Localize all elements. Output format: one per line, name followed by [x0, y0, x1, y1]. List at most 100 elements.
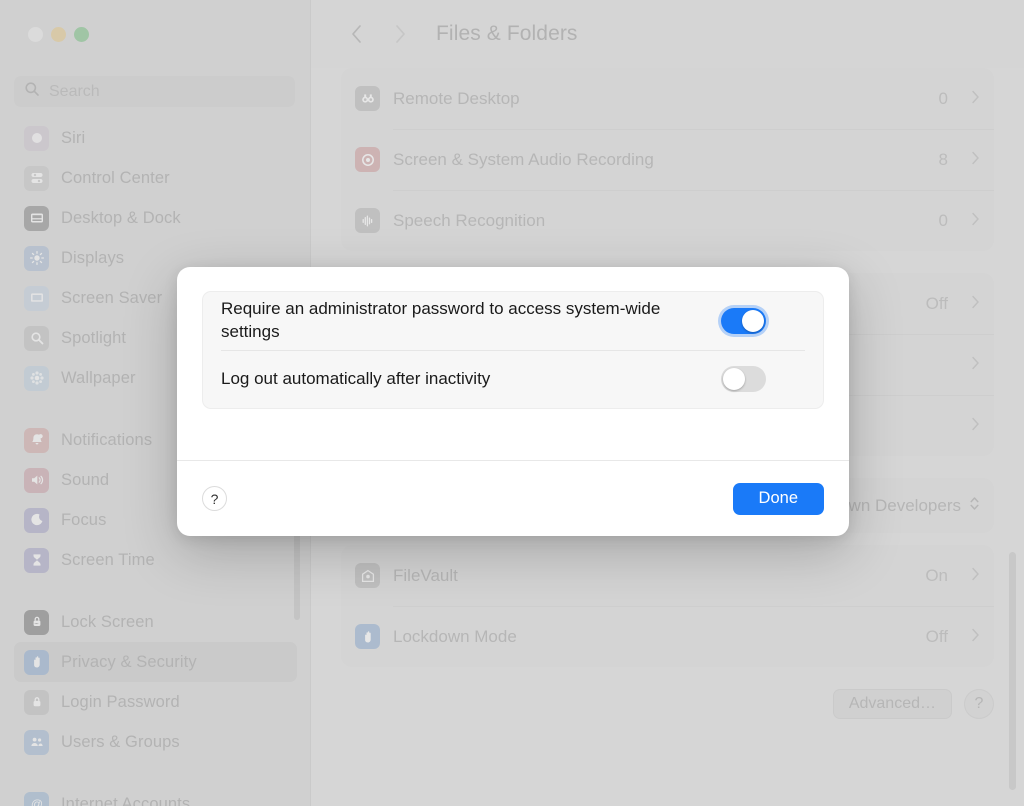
- forward-button[interactable]: [383, 17, 417, 51]
- sidebar-item-desktop-dock[interactable]: Desktop & Dock: [14, 198, 297, 238]
- users-groups-icon: [24, 729, 49, 755]
- lockdown-mode-icon: [355, 624, 380, 649]
- search-field[interactable]: [14, 76, 295, 107]
- sidebar-item-label: Privacy & Security: [61, 652, 197, 671]
- toggle-knob: [742, 310, 764, 332]
- done-button[interactable]: Done: [732, 482, 824, 515]
- desktop-dock-icon: [24, 205, 49, 231]
- search-input[interactable]: [49, 82, 285, 101]
- sidebar-item-label: Spotlight: [61, 328, 127, 347]
- chevron-right-icon: [971, 628, 980, 645]
- chevron-right-icon: [971, 212, 980, 229]
- sidebar-item-label: Sound: [61, 470, 110, 489]
- toggle-knob: [723, 368, 745, 390]
- security-card: FileVault On Lockdown Mode Off: [341, 545, 994, 667]
- permission-row[interactable]: Speech Recognition 0: [341, 190, 994, 251]
- permission-row[interactable]: Remote Desktop 0: [341, 68, 994, 129]
- chevron-right-icon: [971, 151, 980, 168]
- page-title: Files & Folders: [436, 22, 578, 45]
- settings-row-value: 0: [938, 210, 948, 230]
- system-settings-window: Siri Control Center Desktop & Dock Displays…: [0, 0, 1024, 806]
- sidebar-item-label: Screen Saver: [61, 288, 163, 307]
- sheet-toggle-row: Log out automatically after inactivity: [203, 350, 823, 408]
- toggle-switch[interactable]: [721, 308, 766, 334]
- screen-time-icon: [24, 547, 49, 573]
- control-center-icon: [24, 165, 49, 191]
- settings-row-value: 0: [938, 88, 948, 108]
- updown-chevron-icon: [969, 495, 980, 517]
- security-row[interactable]: Lockdown Mode Off: [341, 606, 994, 667]
- sidebar-item-users-groups[interactable]: Users & Groups: [14, 722, 297, 762]
- settings-row-value: On: [925, 565, 948, 585]
- permission-row[interactable]: Screen & System Audio Recording 8: [341, 129, 994, 190]
- chevron-right-icon: [971, 295, 980, 312]
- sidebar-item-login-password[interactable]: Login Password: [14, 682, 297, 722]
- toggle-card: Require an administrator password to acc…: [202, 291, 824, 409]
- screen-saver-icon: [24, 285, 49, 311]
- settings-row-value: 8: [938, 149, 948, 169]
- sidebar-item-label: Displays: [61, 248, 125, 267]
- security-row[interactable]: FileVault On: [341, 545, 994, 606]
- login-password-icon: [24, 689, 49, 715]
- sheet-toggle-row: Require an administrator password to acc…: [203, 292, 823, 350]
- sheet-toggle-label: Require an administrator password to acc…: [221, 299, 661, 341]
- chevron-right-icon: [971, 356, 980, 373]
- settings-row-label: Remote Desktop: [393, 88, 520, 108]
- siri-icon: [24, 125, 49, 151]
- advanced-settings-sheet: Require an administrator password to acc…: [177, 267, 849, 536]
- advanced-button[interactable]: Advanced…: [832, 689, 952, 719]
- sidebar-item-label: Notifications: [61, 430, 153, 449]
- sheet-help-button[interactable]: ?: [202, 486, 227, 511]
- main-help-button[interactable]: ?: [964, 689, 994, 719]
- sidebar-item-label: Users & Groups: [61, 732, 180, 751]
- chevron-right-icon: [971, 90, 980, 107]
- sidebar-item-label: Desktop & Dock: [61, 208, 181, 227]
- sheet-toggle-label: Log out automatically after inactivity: [221, 368, 491, 388]
- sheet-footer: ? Done: [177, 460, 849, 536]
- back-button[interactable]: [339, 17, 373, 51]
- sidebar-item-label: Wallpaper: [61, 368, 136, 387]
- bottom-actions: Advanced… ?: [341, 689, 994, 719]
- settings-row-label: FileVault: [393, 565, 458, 585]
- svg-text:@: @: [30, 797, 42, 806]
- notifications-icon: [24, 427, 49, 453]
- sidebar-item-siri[interactable]: Siri: [14, 118, 297, 158]
- speech-recognition-icon: [355, 208, 380, 233]
- sidebar-item-screen-time[interactable]: Screen Time: [14, 540, 297, 580]
- sidebar-item-label: Lock Screen: [61, 612, 154, 631]
- sidebar-item-label: Internet Accounts: [61, 794, 191, 806]
- sidebar-item-label: Focus: [61, 510, 107, 529]
- sidebar-item-control-center[interactable]: Control Center: [14, 158, 297, 198]
- sidebar-item-label: Siri: [61, 128, 86, 147]
- settings-row-label: Screen & System Audio Recording: [393, 149, 654, 169]
- sidebar-item-lock-screen[interactable]: Lock Screen: [14, 602, 297, 642]
- close-window-button[interactable]: [28, 27, 43, 42]
- settings-row-value: Off: [925, 293, 948, 313]
- toolbar: Files & Folders: [311, 0, 1024, 68]
- zoom-window-button[interactable]: [74, 27, 89, 42]
- settings-row-label: Lockdown Mode: [393, 626, 517, 646]
- chevron-right-icon: [971, 417, 980, 434]
- sidebar-item-privacy-security[interactable]: Privacy & Security: [14, 642, 297, 682]
- minimize-window-button[interactable]: [51, 27, 66, 42]
- sound-icon: [24, 467, 49, 493]
- sidebar-group-separator: [0, 580, 310, 602]
- sidebar-item-label: Control Center: [61, 168, 170, 187]
- toggle-switch[interactable]: [721, 366, 766, 392]
- privacy-security-icon: [24, 649, 49, 675]
- focus-icon: [24, 507, 49, 533]
- displays-icon: [24, 245, 49, 271]
- remote-desktop-icon: [355, 86, 380, 111]
- wallpaper-icon: [24, 365, 49, 391]
- lock-screen-icon: [24, 609, 49, 635]
- screen-audio-recording-icon: [355, 147, 380, 172]
- settings-row-label: Speech Recognition: [393, 210, 546, 230]
- search-icon: [24, 81, 40, 102]
- sidebar-group-separator: [0, 762, 310, 784]
- main-scrollbar[interactable]: [1009, 552, 1016, 790]
- sidebar-group: @ Internet Accounts: [0, 784, 310, 806]
- sheet-body: Require an administrator password to acc…: [177, 267, 849, 409]
- sidebar-item-label: Login Password: [61, 692, 180, 711]
- sidebar-item-internet-accounts[interactable]: @ Internet Accounts: [14, 784, 297, 806]
- window-traffic-lights: [28, 27, 89, 42]
